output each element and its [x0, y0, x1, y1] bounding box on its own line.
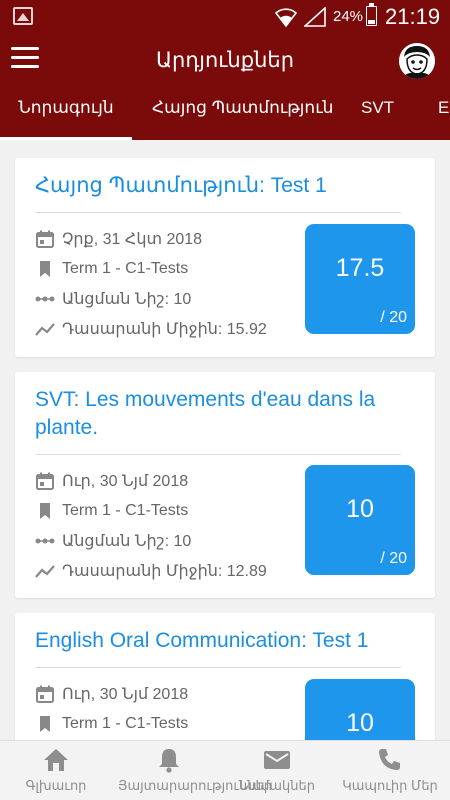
page-title: Արդյունքներ	[155, 49, 295, 72]
wifi-icon	[274, 8, 298, 28]
bookmark-icon	[40, 261, 50, 277]
trend-icon	[35, 323, 55, 336]
student-avatar-icon	[399, 43, 435, 79]
mail-icon	[264, 751, 290, 769]
pass-mark: Անցման Նիշ: 10	[62, 533, 192, 550]
bookmark-icon	[40, 503, 50, 519]
calendar-icon	[36, 685, 54, 703]
class-average: Դասարանի Միջին: 12.89	[62, 563, 267, 580]
result-details: Ուր, 30 Նյմ 2018 Term 1 - C1-Tests Անցմա…	[35, 466, 305, 586]
card-divider	[35, 454, 401, 455]
term-row: Term 1 - C1-Tests	[35, 496, 305, 526]
nav-messages-label: Նամակներ	[238, 778, 315, 793]
tab-english[interactable]: E	[438, 90, 449, 140]
calendar-icon	[36, 230, 54, 248]
result-term: Term 1 - C1-Tests	[62, 502, 189, 519]
result-title[interactable]: English Oral Communication: Test 1	[35, 627, 405, 655]
bookmark-icon	[40, 716, 50, 732]
result-card[interactable]: SVT: Les mouvements d'eau dans la plante…	[15, 372, 435, 598]
score-value: 10	[346, 709, 374, 737]
date-row: Չրք, 31 Հկտ 2018	[35, 224, 305, 254]
trend-icon	[35, 565, 55, 578]
result-term: Term 1 - C1-Tests	[62, 715, 189, 732]
result-date: Ուր, 30 Նյմ 2018	[62, 473, 189, 490]
bell-icon	[159, 749, 179, 773]
score-value: 10	[346, 495, 374, 523]
tab-armenian-history[interactable]: Հայոց Պատմություն	[152, 90, 333, 140]
bottom-navigation: Գլխաւոր Յայտարարություններ Նամակներ Կապո…	[0, 740, 450, 800]
score-max: / 20	[380, 550, 407, 567]
dots-line-icon	[35, 538, 55, 544]
card-divider	[35, 212, 401, 213]
pass-mark-row: Անցման Նիշ: 10	[35, 284, 305, 314]
tab-svt[interactable]: SVT	[361, 90, 394, 140]
phone-icon	[379, 749, 400, 770]
active-tab-indicator	[0, 137, 132, 140]
pass-mark: Անցման Նիշ: 10	[62, 291, 192, 308]
date-row: Ուր, 30 Նյմ 2018	[35, 466, 305, 496]
result-details: Չրք, 31 Հկտ 2018 Term 1 - C1-Tests Անցմա…	[35, 224, 305, 344]
result-title[interactable]: Հայոց Պատմություն: Test 1	[35, 172, 405, 200]
date-row: Ուր, 30 Նյմ 2018	[35, 679, 305, 709]
result-date: Ուր, 30 Նյմ 2018	[62, 686, 189, 703]
tab-latest[interactable]: Նորագույն	[0, 90, 132, 140]
score-value: 17.5	[335, 254, 385, 282]
nav-home[interactable]: Գլխաւոր	[11, 741, 101, 800]
nav-announcements[interactable]: Յայտարարություններ	[118, 741, 272, 800]
calendar-icon	[36, 472, 54, 490]
class-average-row: Դասարանի Միջին: 12.89	[35, 556, 305, 586]
battery-percent: 24%	[333, 8, 364, 25]
card-divider	[35, 667, 401, 668]
dots-line-icon	[35, 296, 55, 302]
subject-tabs: Նորագույն Հայոց Պատմություն SVT E	[0, 90, 450, 140]
score-badge[interactable]: 17.5 / 20	[305, 224, 415, 334]
result-title[interactable]: SVT: Les mouvements d'eau dans la plante…	[35, 386, 405, 442]
gallery-notification-icon	[13, 7, 33, 25]
battery-icon	[366, 3, 377, 26]
class-average-row: Դասարանի Միջին: 15.92	[35, 314, 305, 344]
app-bar: Արդյունքներ	[0, 34, 450, 90]
status-clock: 21:19	[385, 4, 441, 29]
term-row: Term 1 - C1-Tests	[35, 254, 305, 284]
nav-contact-label: Կապուիր Մեր	[342, 778, 438, 793]
result-details: Ուր, 30 Նյմ 2018 Term 1 - C1-Tests	[35, 679, 305, 739]
avatar[interactable]	[399, 43, 435, 79]
home-icon	[44, 749, 68, 771]
status-bar: 24% 21:19	[0, 0, 450, 34]
result-term: Term 1 - C1-Tests	[62, 260, 189, 277]
class-average: Դասարանի Միջին: 15.92	[62, 321, 267, 338]
pass-mark-row: Անցման Նիշ: 10	[35, 526, 305, 556]
term-row: Term 1 - C1-Tests	[35, 709, 305, 739]
score-max: / 20	[380, 309, 407, 326]
result-date: Չրք, 31 Հկտ 2018	[62, 231, 203, 248]
score-badge[interactable]: 10 / 20	[305, 465, 415, 575]
nav-contact-us[interactable]: Կապուիր Մեր	[342, 741, 438, 800]
result-card[interactable]: Հայոց Պատմություն: Test 1 Չրք, 31 Հկտ 20…	[15, 158, 435, 357]
signal-icon	[304, 7, 326, 27]
nav-announcements-label: Յայտարարություններ	[118, 778, 272, 793]
nav-home-label: Գլխաւոր	[25, 778, 87, 793]
nav-messages[interactable]: Նամակներ	[232, 741, 322, 800]
